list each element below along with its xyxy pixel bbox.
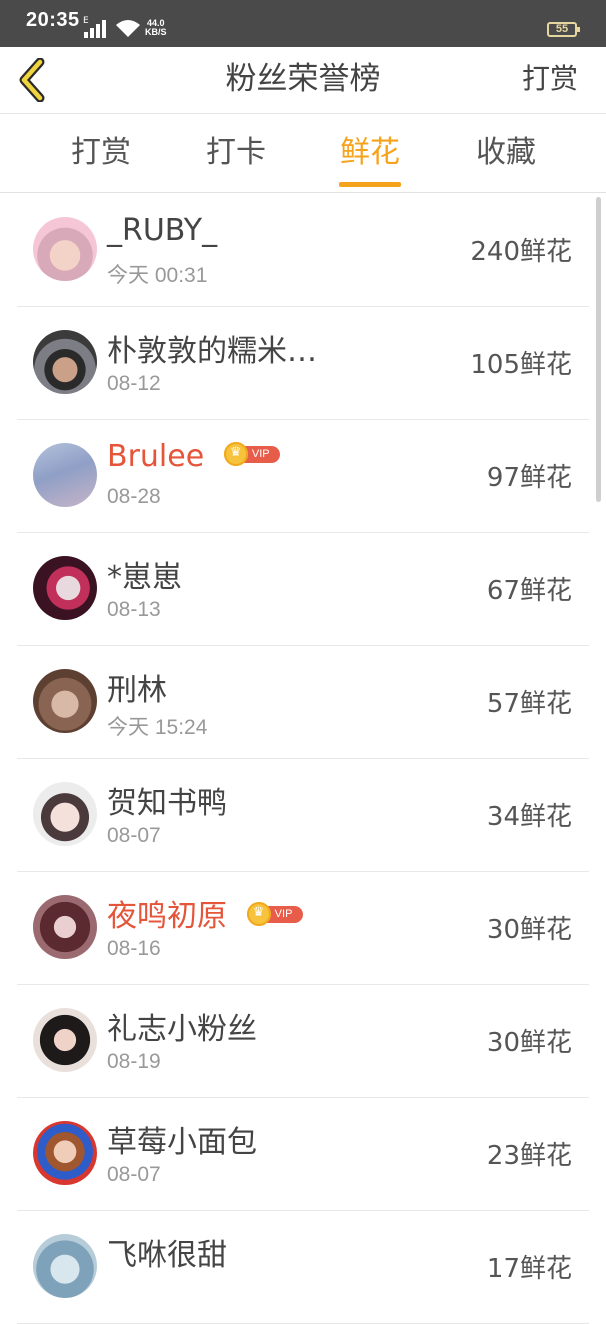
tab-flowers[interactable]: 鲜花 bbox=[315, 114, 425, 192]
crown-icon bbox=[246, 901, 271, 926]
avatar[interactable] bbox=[33, 782, 97, 846]
avatar[interactable] bbox=[33, 895, 97, 959]
fan-score: 30鲜花 bbox=[486, 915, 572, 945]
fan-score: 17鲜花 bbox=[486, 1254, 572, 1284]
fan-name-text: 夜鸣初原 bbox=[107, 899, 227, 934]
list-item[interactable]: 礼志小粉丝 08-19 30鲜花 bbox=[17, 984, 589, 1098]
battery-icon: 55 bbox=[547, 22, 580, 37]
fan-name: 夜鸣初原 VIP bbox=[107, 891, 303, 935]
fan-name: 朴敦敦的糯米… bbox=[107, 334, 317, 369]
list-item[interactable]: Brulee VIP 08-28 97鲜花 bbox=[17, 419, 589, 533]
tab-label: 打卡 bbox=[206, 135, 266, 170]
fan-score: 34鲜花 bbox=[486, 802, 572, 832]
fan-date: 08-28 bbox=[107, 485, 161, 508]
fan-score: 57鲜花 bbox=[486, 689, 572, 719]
avatar[interactable] bbox=[33, 669, 97, 733]
tab-favorites[interactable]: 收藏 bbox=[451, 114, 561, 192]
scrollbar[interactable] bbox=[596, 197, 601, 502]
signal-icon: E bbox=[83, 16, 109, 38]
header-bar: 粉丝荣誉榜 打赏 bbox=[0, 47, 606, 114]
fan-name: 草莓小面包 bbox=[107, 1125, 257, 1160]
tab-bar: 打赏 打卡 鲜花 收藏 bbox=[0, 114, 606, 193]
list-item[interactable]: 朴敦敦的糯米… 08-12 105鲜花 bbox=[17, 306, 589, 420]
fan-name: 飞咻很甜 bbox=[107, 1238, 227, 1273]
fan-date: 08-19 bbox=[107, 1050, 161, 1073]
network-type-label: E bbox=[83, 16, 89, 26]
fan-date: 08-07 bbox=[107, 824, 161, 847]
reward-button[interactable]: 打赏 bbox=[522, 47, 578, 111]
fan-name-text: Brulee bbox=[107, 439, 205, 474]
status-time: 20:35 bbox=[26, 9, 80, 31]
tab-label: 打赏 bbox=[71, 135, 131, 170]
tab-indicator bbox=[339, 182, 401, 187]
tab-checkin[interactable]: 打卡 bbox=[181, 114, 291, 192]
network-speed-unit: KB/S bbox=[145, 27, 167, 37]
wifi-icon bbox=[116, 20, 140, 37]
tab-label: 鲜花 bbox=[340, 135, 400, 170]
avatar[interactable] bbox=[33, 217, 97, 281]
list-item[interactable]: 刑林 今天 15:24 57鲜花 bbox=[17, 645, 589, 759]
fan-score: 67鲜花 bbox=[486, 576, 572, 606]
fan-name: *崽崽 bbox=[107, 560, 182, 595]
list-item[interactable]: 草莓小面包 08-07 23鲜花 bbox=[17, 1097, 589, 1211]
network-speed: 44.0 KB/S bbox=[145, 19, 167, 37]
fan-name: 贺知书鸭 bbox=[107, 786, 227, 821]
avatar[interactable] bbox=[33, 330, 97, 394]
list-item[interactable]: 飞咻很甜 17鲜花 bbox=[17, 1210, 589, 1324]
avatar[interactable] bbox=[33, 556, 97, 620]
list-item[interactable]: 贺知书鸭 08-07 34鲜花 bbox=[17, 758, 589, 872]
tab-reward[interactable]: 打赏 bbox=[46, 114, 156, 192]
list-item[interactable]: _RUBY_ 今天 00:31 240鲜花 bbox=[17, 193, 589, 307]
fan-name: Brulee VIP bbox=[107, 439, 280, 474]
tab-label: 收藏 bbox=[476, 135, 536, 170]
fan-name: 刑林 bbox=[107, 673, 167, 708]
avatar[interactable] bbox=[33, 1121, 97, 1185]
fan-score: 105鲜花 bbox=[470, 350, 572, 380]
fan-score: 30鲜花 bbox=[486, 1028, 572, 1058]
avatar[interactable] bbox=[33, 443, 97, 507]
fan-score: 97鲜花 bbox=[486, 463, 572, 493]
avatar[interactable] bbox=[33, 1234, 97, 1298]
fan-date: 今天 00:31 bbox=[107, 264, 208, 287]
page-title: 粉丝荣誉榜 bbox=[225, 61, 381, 97]
vip-badge: VIP bbox=[223, 441, 280, 466]
fan-name: _RUBY_ bbox=[107, 213, 218, 248]
fan-date: 08-12 bbox=[107, 372, 161, 395]
list-item[interactable]: *崽崽 08-13 67鲜花 bbox=[17, 532, 589, 646]
fan-score: 23鲜花 bbox=[486, 1141, 572, 1171]
fan-date: 08-13 bbox=[107, 598, 161, 621]
fan-score: 240鲜花 bbox=[470, 237, 572, 267]
fan-date: 08-16 bbox=[107, 937, 161, 960]
avatar[interactable] bbox=[33, 1008, 97, 1072]
vip-badge: VIP bbox=[246, 901, 303, 926]
fan-name: 礼志小粉丝 bbox=[107, 1012, 257, 1047]
list-item[interactable]: 夜鸣初原 VIP 08-16 30鲜花 bbox=[17, 871, 589, 985]
fan-date: 08-07 bbox=[107, 1163, 161, 1186]
crown-icon bbox=[223, 441, 248, 466]
fan-date: 今天 15:24 bbox=[107, 716, 208, 739]
status-bar: 20:35 E 44.0 KB/S 55 bbox=[0, 0, 606, 47]
